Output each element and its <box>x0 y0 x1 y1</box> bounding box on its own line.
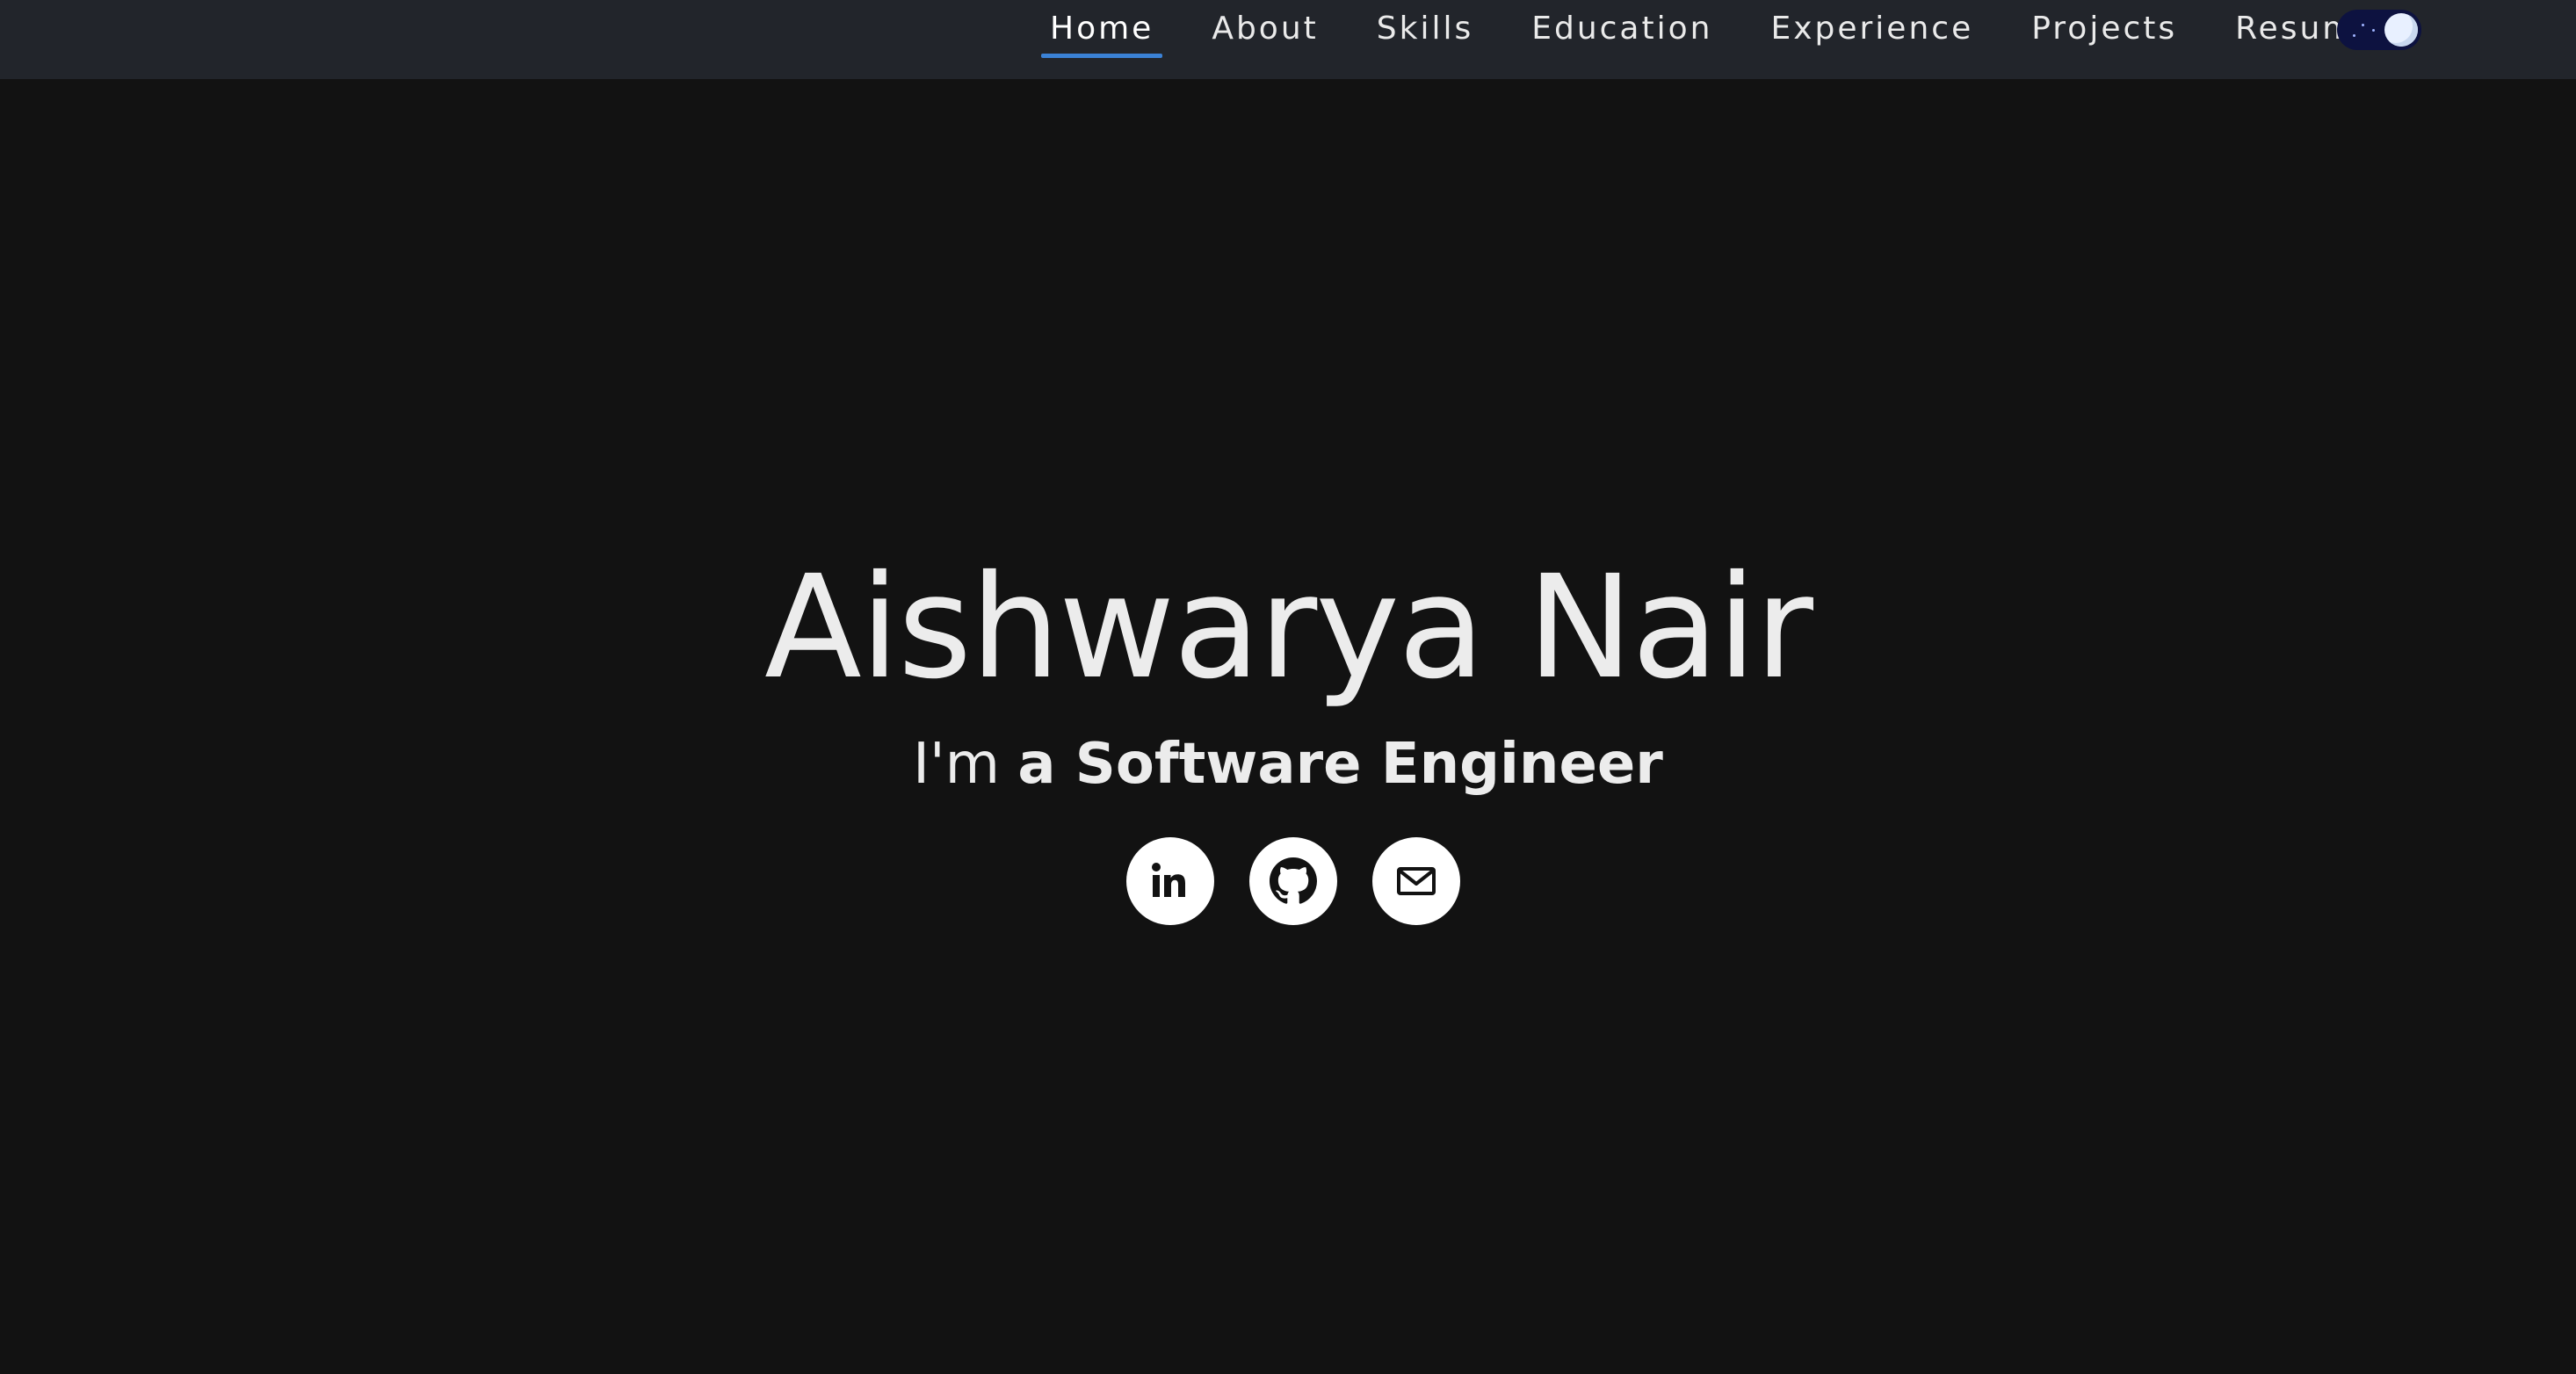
star-icon <box>2362 24 2364 26</box>
moon-icon <box>2384 13 2418 47</box>
nav-list: Home About Skills Education Experience P… <box>1041 0 2398 58</box>
social-links <box>0 837 2576 925</box>
github-icon <box>1270 857 1317 904</box>
nav-item-education[interactable]: Education <box>1523 0 1721 58</box>
nav-item-home[interactable]: Home <box>1041 0 1163 58</box>
subtitle-role: a Software Engineer <box>1017 732 1663 797</box>
hero-name: Aishwarya Nair <box>764 546 1813 711</box>
subtitle-prefix: I'm <box>913 732 1018 797</box>
nav-item-projects[interactable]: Projects <box>2022 0 2186 58</box>
nav-item-skills[interactable]: Skills <box>1368 0 1482 58</box>
theme-toggle[interactable] <box>2337 10 2421 50</box>
mail-icon <box>1397 867 1436 895</box>
star-icon <box>2353 34 2355 37</box>
hero-subtitle: I'm a Software Engineer <box>0 729 2576 799</box>
navbar: Home About Skills Education Experience P… <box>0 0 2576 79</box>
nav-item-experience[interactable]: Experience <box>1762 0 1982 58</box>
hero-section: Aishwarya Nair I'm a Software Engineer <box>0 79 2576 1374</box>
nav-item-about[interactable]: About <box>1203 0 1327 58</box>
linkedin-icon <box>1152 863 1185 897</box>
github-button[interactable] <box>1249 837 1337 925</box>
mail-button[interactable] <box>1372 837 1460 925</box>
linkedin-button[interactable] <box>1126 837 1214 925</box>
star-icon <box>2372 29 2375 32</box>
